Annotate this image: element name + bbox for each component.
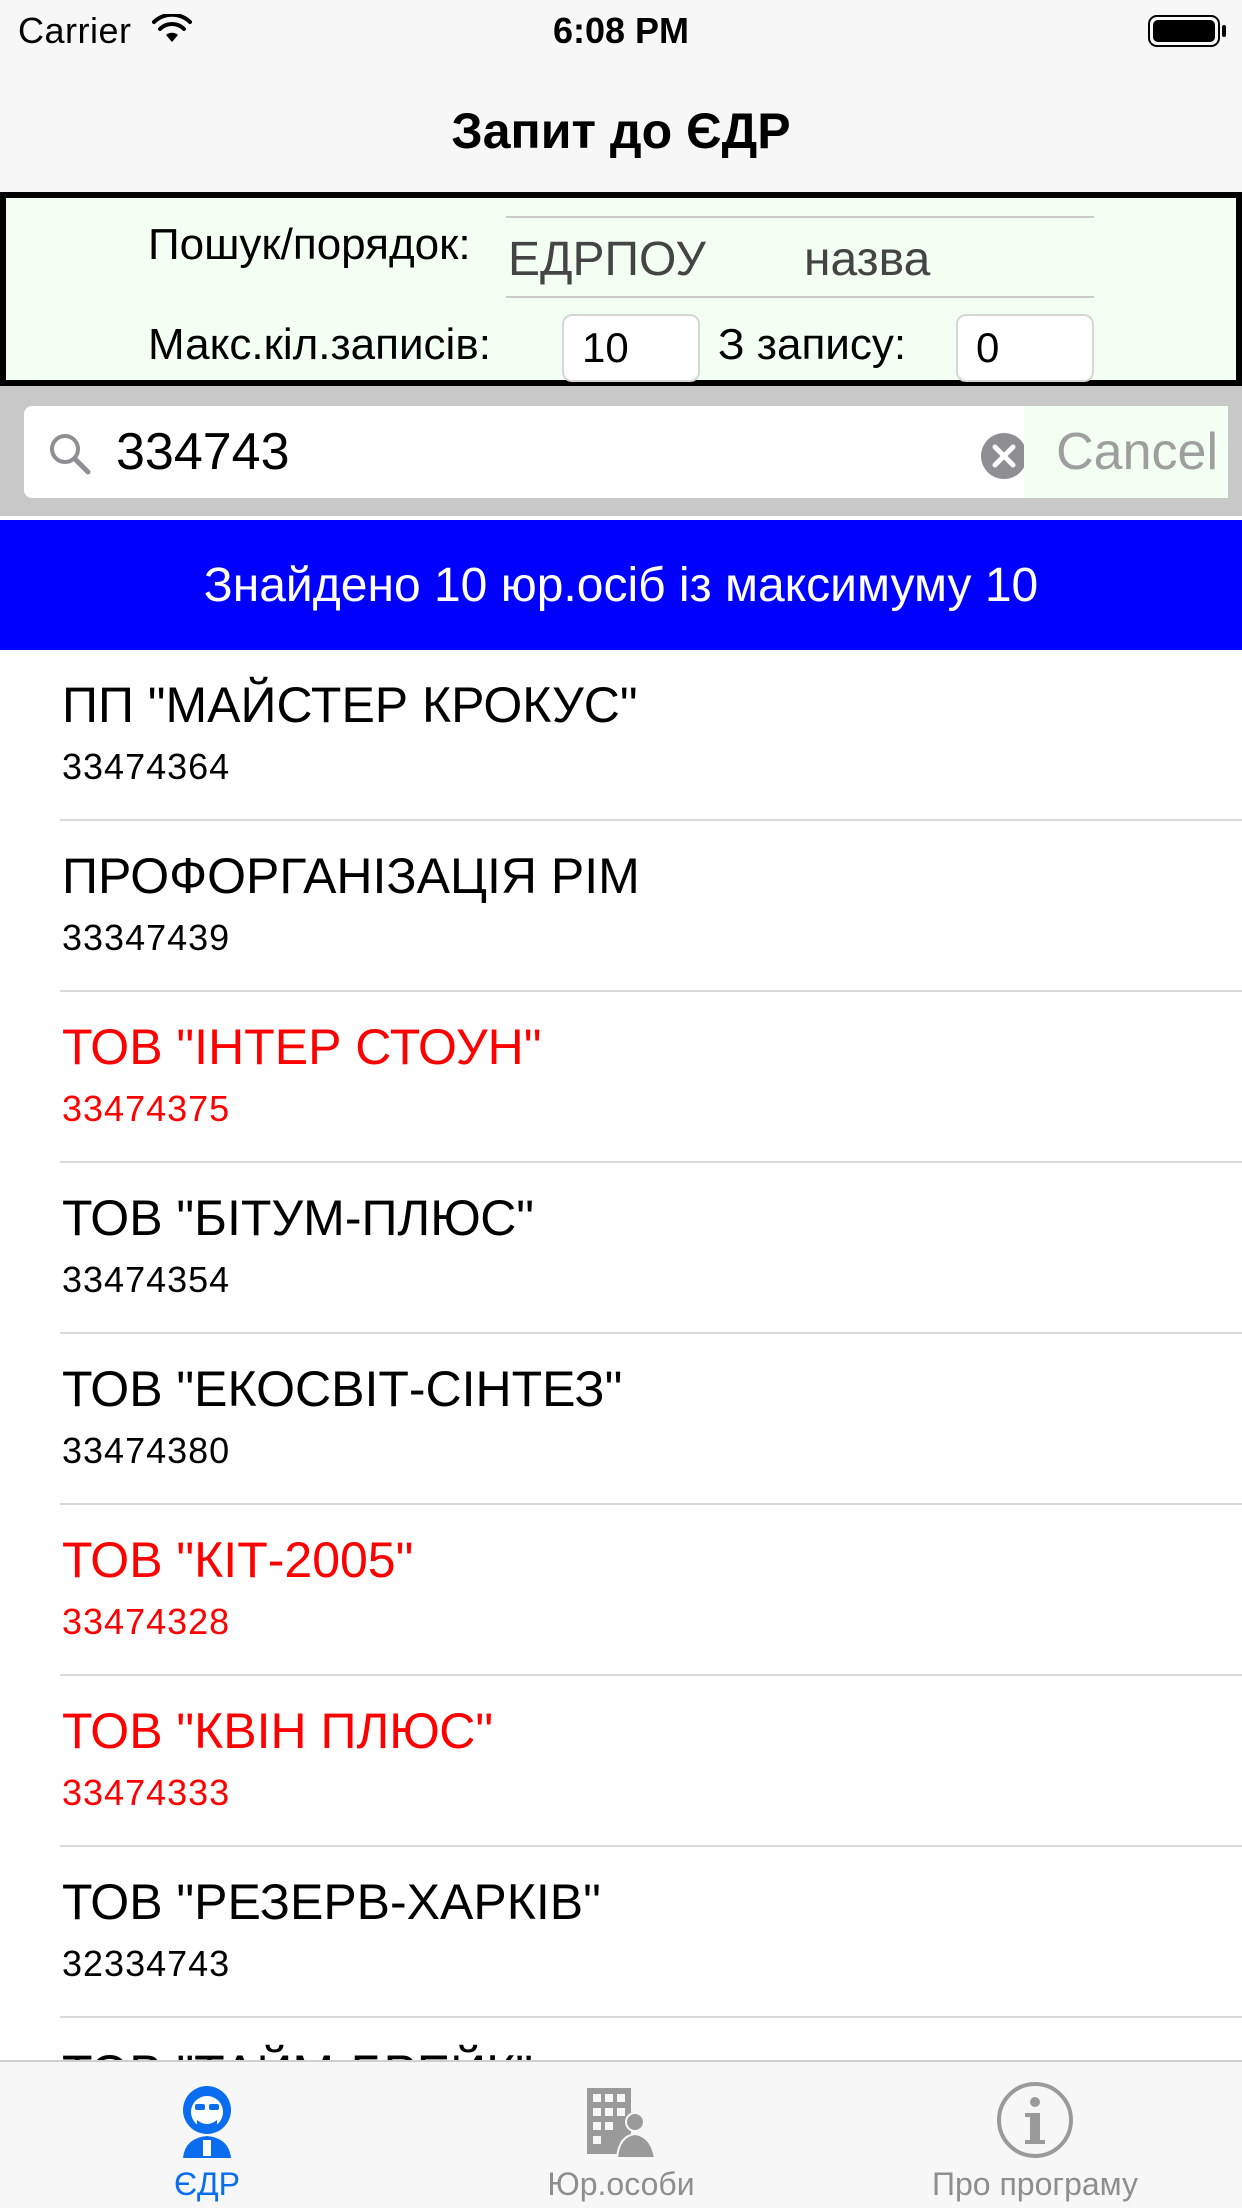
- results-list: ПП "МАЙСТЕР КРОКУС" 33474364 ПРОФОРГАНІЗ…: [0, 650, 1242, 2060]
- max-records-label: Макс.кіл.записів:: [148, 320, 491, 369]
- clear-icon[interactable]: [980, 432, 1028, 480]
- list-item[interactable]: ТОВ "РЕЗЕРВ-ХАРКІВ" 32334743: [60, 1847, 1242, 2018]
- company-name: ТОВ "РЕЗЕРВ-ХАРКІВ": [62, 1874, 601, 1930]
- company-code: 33474380: [62, 1430, 231, 1471]
- company-code: 33474354: [62, 1259, 231, 1300]
- tab-edr[interactable]: ЄДР: [0, 2062, 414, 2208]
- list-item[interactable]: ТОВ "ІНТЕР СТОУН" 33474375: [60, 992, 1242, 1163]
- status-bar: Carrier 6:08 PM: [0, 0, 1242, 60]
- page-title: Запит до ЄДР: [451, 103, 791, 159]
- tab-bar: ЄДР Юр.особи Про програму: [0, 2060, 1242, 2208]
- filter-panel: Пошук/порядок: ЕДРПОУ назва Макс.кіл.зап…: [0, 192, 1242, 386]
- segment-top-divider: [506, 216, 1094, 218]
- battery-icon: [1148, 15, 1226, 47]
- status-time: 6:08 PM: [552, 10, 690, 51]
- list-item[interactable]: ТОВ "ЕКОСВІТ-СІНТЕЗ" 33474380: [60, 1334, 1242, 1505]
- tab-about[interactable]: Про програму: [828, 2062, 1242, 2208]
- segment-bottom-divider: [506, 296, 1094, 298]
- list-item[interactable]: ТОВ "КІТ-2005" 33474328: [60, 1505, 1242, 1676]
- tab-label: Про програму: [931, 2166, 1139, 2202]
- search-input[interactable]: 334743: [24, 406, 1027, 498]
- company-code: 33474333: [62, 1772, 231, 1813]
- company-name: ПП "МАЙСТЕР КРОКУС": [62, 677, 638, 733]
- company-name: ТОВ "БІТУМ-ПЛЮС": [62, 1190, 535, 1246]
- list-item[interactable]: ТОВ "ТАЙМ-БРЕЙК": [60, 2018, 1242, 2060]
- segment-option-edrpou[interactable]: ЕДРПОУ: [508, 232, 706, 287]
- list-item[interactable]: ТОВ "БІТУМ-ПЛЮС" 33474354: [60, 1163, 1242, 1334]
- segment-option-name[interactable]: назва: [804, 232, 930, 287]
- list-item[interactable]: ПРОФОРГАНІЗАЦІЯ РІМ 33347439: [60, 821, 1242, 992]
- from-record-label: З запису:: [718, 320, 907, 369]
- tab-label: ЄДР: [173, 2166, 240, 2202]
- results-banner: Знайдено 10 юр.осіб із максимуму 10: [0, 520, 1242, 650]
- list-item[interactable]: ТОВ "КВІН ПЛЮС" 33474333: [60, 1676, 1242, 1847]
- company-name: ТОВ "ІНТЕР СТОУН": [62, 1019, 542, 1075]
- company-name: ТОВ "КВІН ПЛЮС": [62, 1703, 494, 1759]
- company-code: 33474328: [62, 1601, 231, 1642]
- search-bar: 334743 Cancel: [0, 386, 1242, 516]
- company-name: ТОВ "ЕКОСВІТ-СІНТЕЗ": [62, 1361, 623, 1417]
- building-people-icon: [587, 2088, 657, 2159]
- company-name: ПРОФОРГАНІЗАЦІЯ РІМ: [62, 848, 640, 904]
- company-name: ТОВ "ТАЙМ-БРЕЙК": [62, 2044, 533, 2060]
- edr-person-icon: [183, 2086, 231, 2158]
- cancel-button[interactable]: Cancel: [1024, 406, 1228, 498]
- from-record-input[interactable]: [956, 314, 1094, 382]
- info-icon: [997, 2082, 1073, 2158]
- company-code: 33474375: [62, 1088, 231, 1129]
- list-item[interactable]: ПП "МАЙСТЕР КРОКУС" 33474364: [60, 650, 1242, 821]
- search-icon: [50, 434, 91, 475]
- company-code: 33347439: [62, 917, 231, 958]
- navigation-bar: Запит до ЄДР: [0, 60, 1242, 192]
- search-order-label: Пошук/порядок:: [148, 220, 471, 269]
- company-code: 33474364: [62, 746, 231, 787]
- max-records-input[interactable]: [562, 314, 700, 382]
- search-query[interactable]: 334743: [116, 422, 290, 482]
- app-screen: { "status_bar": { "carrier": "Carrier", …: [0, 0, 1242, 2208]
- tab-label: Юр.особи: [547, 2166, 695, 2202]
- results-count-text: Знайдено 10 юр.осіб із максимуму 10: [203, 559, 1039, 612]
- company-code: 32334743: [62, 1943, 231, 1984]
- tab-legal-entities[interactable]: Юр.особи: [414, 2062, 828, 2208]
- company-name: ТОВ "КІТ-2005": [62, 1532, 414, 1588]
